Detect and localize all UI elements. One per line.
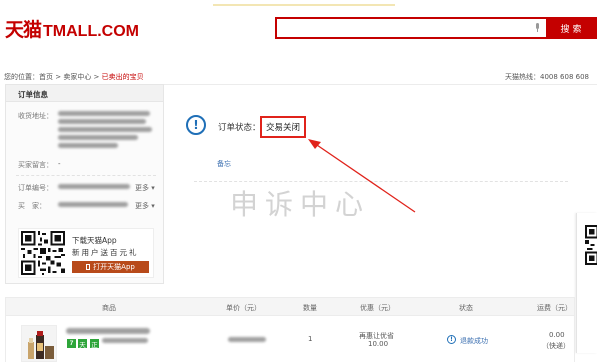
order-table-header: 商品 单价（元） 数量 优惠（元） 状态 运费（元） bbox=[5, 297, 575, 316]
product-image bbox=[28, 331, 54, 359]
quantity-value: 1 bbox=[308, 335, 313, 343]
open-app-button[interactable]: 打开天猫App bbox=[72, 261, 149, 273]
breadcrumb-home[interactable]: 首页 bbox=[39, 73, 53, 81]
col-quantity: 数量 bbox=[303, 304, 317, 312]
col-shipping: 运费（元） bbox=[537, 304, 572, 312]
info-icon: ! bbox=[447, 335, 456, 344]
search-input[interactable] bbox=[277, 19, 535, 37]
order-info-panel: 订单信息 收货地址： 买家留言： - 订单编号： 更多 ▾ 买 家： 更多 ▾ bbox=[5, 84, 164, 284]
buyer-more-link[interactable]: 更多 ▾ bbox=[135, 201, 155, 211]
buyer-label: 买 家： bbox=[18, 202, 46, 210]
buyer-message-value: - bbox=[58, 160, 61, 168]
address-redacted bbox=[58, 127, 152, 132]
tmall-badge: 天 bbox=[78, 339, 87, 349]
shipping-note: （快递） bbox=[542, 342, 570, 350]
annotation-arrow bbox=[308, 139, 416, 213]
search-box bbox=[275, 17, 548, 39]
col-status: 状态 bbox=[459, 304, 473, 312]
col-product: 商品 bbox=[102, 304, 116, 312]
shipping-value: 0.00 bbox=[549, 331, 565, 339]
product-thumbnail[interactable] bbox=[21, 325, 57, 362]
breadcrumb-prefix: 您的位置： bbox=[4, 73, 39, 81]
genuine-badge: 正 bbox=[90, 339, 99, 349]
order-no-redacted bbox=[58, 184, 130, 189]
side-qr-panel bbox=[576, 213, 597, 353]
breadcrumb-sep: > bbox=[91, 73, 102, 81]
more-label: 更多 bbox=[135, 184, 149, 192]
order-info-title: 订单信息 bbox=[6, 85, 163, 102]
app-qr-code bbox=[21, 231, 65, 275]
app-promo-subtitle: 新用户送百元礼 bbox=[72, 248, 139, 257]
col-discount: 优惠（元） bbox=[360, 304, 395, 312]
app-download-promo: 下载天猫App 新用户送百元礼 打开天猫App bbox=[18, 228, 154, 278]
breadcrumb-sep: > bbox=[53, 73, 64, 81]
address-label: 收货地址： bbox=[18, 112, 53, 120]
hotline: 天猫热线：4008 608 608 bbox=[505, 73, 589, 81]
table-row: 7 天 正 1 再惠让优省 10.00 ! 退款成功 0.00 （快递） bbox=[5, 316, 575, 362]
order-no-label: 订单编号： bbox=[18, 184, 53, 192]
discount-value: 10.00 bbox=[368, 340, 389, 348]
top-decoration-line bbox=[213, 4, 395, 6]
logo-cn: 天猫 bbox=[5, 19, 42, 41]
order-no-more-link[interactable]: 更多 ▾ bbox=[135, 183, 155, 193]
address-redacted bbox=[58, 119, 146, 124]
microphone-icon[interactable] bbox=[535, 23, 540, 32]
breadcrumb-seller-center[interactable]: 卖家中心 bbox=[63, 73, 91, 81]
product-title-redacted bbox=[102, 338, 148, 343]
breadcrumb: 您的位置：首页 > 卖家中心 > 已卖出的宝贝 bbox=[4, 72, 144, 82]
buyer-redacted bbox=[58, 202, 128, 207]
divider bbox=[16, 175, 156, 176]
address-redacted bbox=[58, 135, 138, 140]
logo-en: TMALL.COM bbox=[43, 23, 139, 40]
tmall-logo[interactable]: 天猫 TMALL.COM bbox=[5, 15, 139, 41]
side-qr-code bbox=[585, 225, 597, 265]
more-label: 更多 bbox=[135, 202, 149, 210]
buyer-message-label: 买家留言： bbox=[18, 161, 53, 169]
phone-icon bbox=[86, 264, 91, 270]
product-title-redacted bbox=[66, 328, 150, 334]
unit-price-redacted bbox=[228, 337, 266, 342]
open-app-label: 打开天猫App bbox=[93, 263, 135, 271]
order-status-panel: ! 订单状态： 交易关闭 备忘 申诉中心 bbox=[164, 84, 597, 284]
search-button[interactable]: 搜索 bbox=[548, 17, 597, 39]
breadcrumb-sold-items[interactable]: 已卖出的宝贝 bbox=[102, 73, 144, 81]
address-redacted bbox=[58, 111, 150, 116]
seven-day-return-badge: 7 bbox=[67, 339, 76, 348]
col-unit-price: 单价（元） bbox=[226, 304, 261, 312]
address-redacted bbox=[58, 143, 118, 148]
refund-status-link[interactable]: 退款成功 bbox=[460, 336, 488, 346]
app-promo-title: 下载天猫App bbox=[72, 236, 117, 245]
